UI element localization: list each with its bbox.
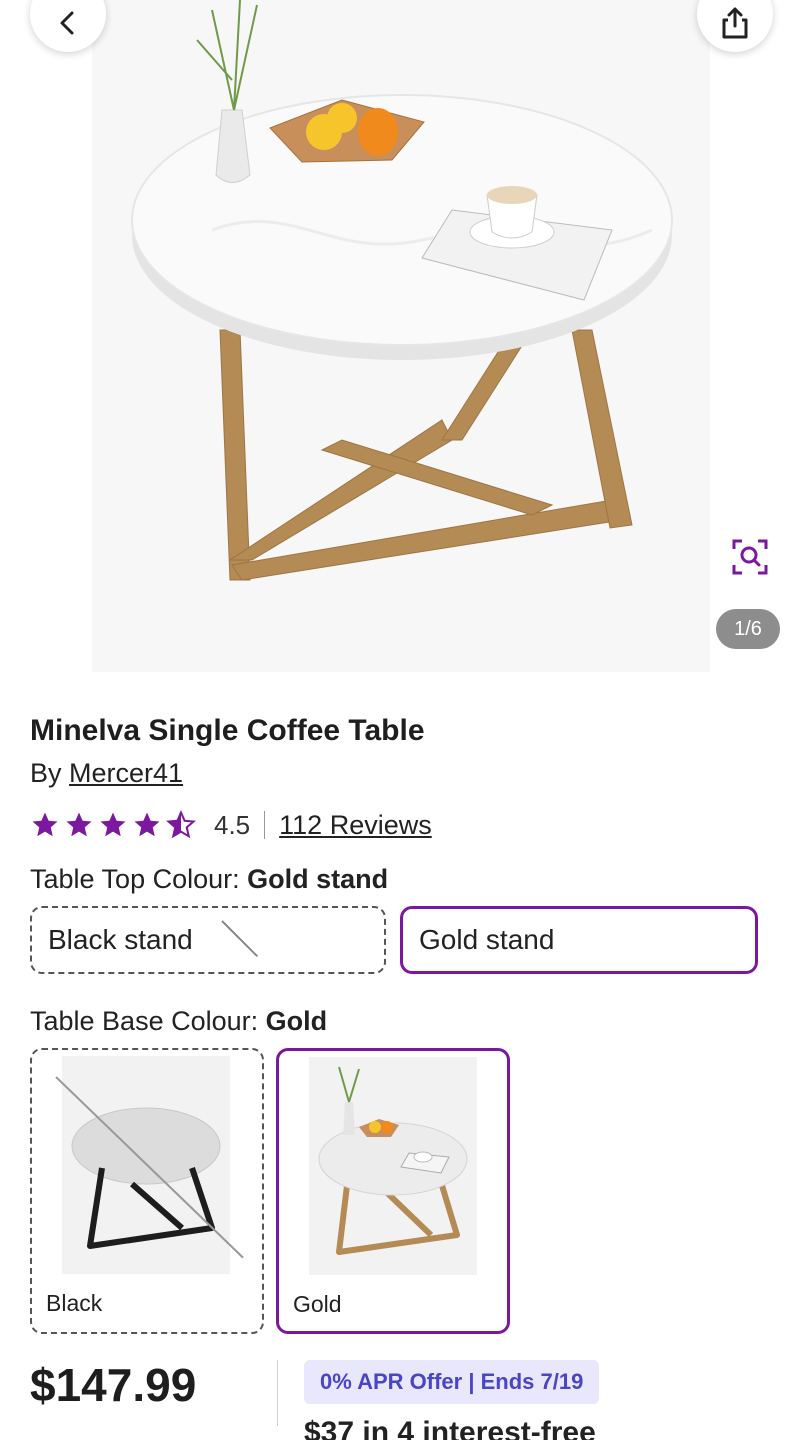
gold-base-thumbnail [309, 1057, 477, 1275]
star-full-icon [66, 812, 92, 837]
brand-link[interactable]: Mercer41 [69, 758, 183, 788]
star-full-icon [134, 812, 160, 837]
swatch-label: Gold [293, 1291, 342, 1317]
coffee-table-illustration [131, 0, 673, 581]
option-label: Gold stand [419, 924, 555, 955]
share-icon [722, 7, 748, 39]
swatch-label: Black [46, 1290, 103, 1316]
rating-row: 4.5 112 Reviews [30, 806, 432, 844]
unavailable-strike [221, 920, 259, 958]
chevron-left-icon [60, 11, 74, 35]
option-label: Black stand [48, 924, 193, 955]
star-rating [30, 810, 196, 840]
visual-search-button[interactable] [730, 537, 770, 577]
top-colour-label: Table Top Colour: Gold stand [30, 864, 388, 895]
star-full-icon [100, 812, 126, 837]
base-colour-option-black[interactable]: Black [30, 1048, 264, 1334]
divider [264, 811, 266, 839]
base-colour-label-text: Table Base Colour: [30, 1006, 259, 1036]
star-half-icon [166, 810, 196, 839]
by-prefix: By [30, 758, 62, 788]
visual-search-icon [732, 539, 768, 575]
base-colour-label: Table Base Colour: Gold [30, 1006, 327, 1037]
product-price: $147.99 [30, 1359, 197, 1411]
base-colour-selected: Gold [265, 1006, 328, 1036]
product-photo[interactable] [92, 0, 710, 672]
reviews-link[interactable]: 112 Reviews [279, 810, 432, 841]
installments-text: $37 in 4 interest-free [304, 1416, 596, 1440]
product-title: Minelva Single Coffee Table [30, 714, 425, 747]
base-colour-option-gold[interactable]: Gold [276, 1048, 510, 1334]
image-counter: 1/6 [716, 609, 780, 649]
top-colour-option-gold-stand[interactable]: Gold stand [400, 906, 758, 974]
apr-offer-badge[interactable]: 0% APR Offer | Ends 7/19 [304, 1360, 600, 1404]
top-colour-option-black-stand[interactable]: Black stand [30, 906, 386, 974]
star-full-icon [32, 812, 58, 837]
top-colour-selected: Gold stand [247, 864, 389, 894]
rating-value: 4.5 [214, 809, 251, 840]
gold-table-thumbnail-image [318, 1066, 468, 1255]
brand-line: By Mercer41 [30, 758, 183, 789]
product-image-gallery[interactable]: 1/6 [0, 0, 802, 672]
top-colour-label-text: Table Top Colour: [30, 864, 240, 894]
divider [277, 1360, 278, 1426]
